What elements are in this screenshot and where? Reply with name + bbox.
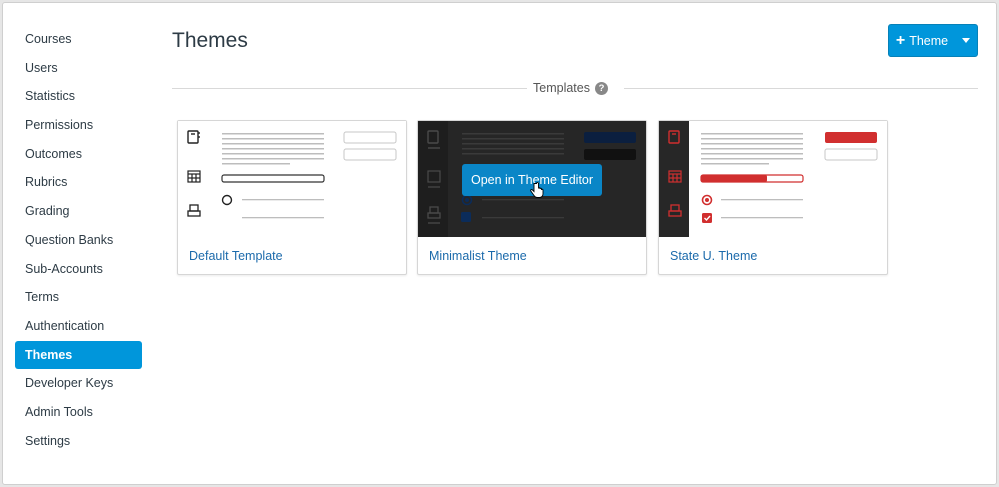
nav-item-users[interactable]: Users <box>15 54 142 83</box>
theme-preview-stateu <box>659 121 887 237</box>
nav-item-themes[interactable]: Themes <box>15 340 142 370</box>
add-theme-button-label: Theme <box>909 33 949 48</box>
nav-item-sub-accounts[interactable]: Sub-Accounts <box>15 255 142 284</box>
add-theme-button[interactable]: + Theme <box>888 24 978 57</box>
theme-preview-default <box>178 121 406 237</box>
theme-card-stateu[interactable]: State U. Theme <box>658 120 888 275</box>
nav-item-terms[interactable]: Terms <box>15 283 142 312</box>
theme-card-name[interactable]: Default Template <box>189 249 283 263</box>
nav-item-permissions[interactable]: Permissions <box>15 111 142 140</box>
plus-icon: + <box>895 31 906 49</box>
nav-item-outcomes[interactable]: Outcomes <box>15 140 142 169</box>
theme-card-default[interactable]: Default Template <box>177 120 407 275</box>
theme-card-minimalist[interactable]: Open in Theme Editor Minimalist Theme <box>417 120 647 275</box>
nav-item-admin-tools[interactable]: Admin Tools <box>15 398 142 427</box>
nav-item-courses[interactable]: Courses <box>15 25 142 54</box>
app-window: Courses Users Statistics Permissions Out… <box>2 2 997 485</box>
help-icon[interactable]: ? <box>594 81 608 95</box>
nav-item-rubrics[interactable]: Rubrics <box>15 168 142 197</box>
nav-item-developer-keys[interactable]: Developer Keys <box>15 369 142 398</box>
account-nav: Courses Users Statistics Permissions Out… <box>15 25 142 455</box>
divider-right <box>624 88 978 89</box>
theme-card-name[interactable]: State U. Theme <box>670 249 757 263</box>
divider-left <box>172 88 527 89</box>
templates-section-header: Templates ? <box>172 80 978 96</box>
nav-item-question-banks[interactable]: Question Banks <box>15 226 142 255</box>
nav-item-authentication[interactable]: Authentication <box>15 312 142 341</box>
caret-down-icon <box>962 38 971 43</box>
nav-item-statistics[interactable]: Statistics <box>15 82 142 111</box>
nav-item-grading[interactable]: Grading <box>15 197 142 226</box>
templates-label: Templates <box>533 81 590 95</box>
theme-preview-minimalist: Open in Theme Editor <box>418 121 646 237</box>
hand-pointer-icon <box>530 182 544 198</box>
theme-card-name[interactable]: Minimalist Theme <box>429 249 527 263</box>
page-title: Themes <box>172 29 248 52</box>
nav-item-settings[interactable]: Settings <box>15 427 142 456</box>
